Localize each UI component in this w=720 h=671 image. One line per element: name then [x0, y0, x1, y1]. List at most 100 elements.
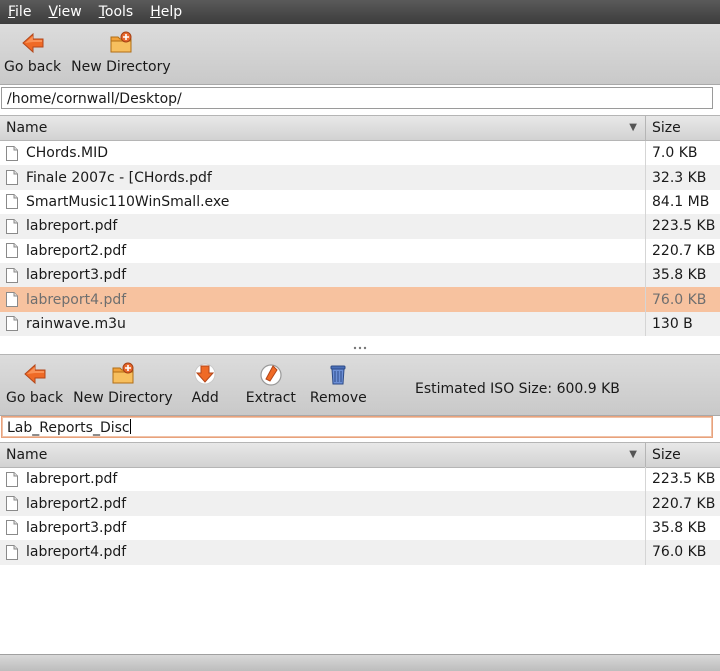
table-row[interactable]: rainwave.m3u 130 B [0, 311, 720, 337]
top-header-name[interactable]: Name ▼ [0, 116, 646, 140]
new-folder-icon [110, 31, 132, 53]
file-name: labreport.pdf [26, 218, 118, 235]
file-name-cell: labreport2.pdf [0, 491, 646, 516]
file-size: 223.5 KB [652, 218, 716, 235]
bottom-new-directory-label: New Directory [73, 390, 173, 406]
file-icon [6, 194, 18, 210]
file-icon [6, 267, 18, 283]
file-icon [6, 496, 18, 512]
file-name-cell: labreport2.pdf [0, 238, 646, 263]
file-icon [6, 145, 18, 161]
bottom-header-size[interactable]: Size [646, 443, 720, 467]
bottom-file-list: labreport.pdf 223.5 KB labreport2.pdf 220.7… [0, 467, 720, 565]
file-icon [6, 243, 18, 259]
file-name: SmartMusic110WinSmall.exe [26, 193, 230, 210]
menu-bar: File View Tools Help [0, 0, 720, 24]
file-size: 35.8 KB [652, 267, 707, 284]
file-size: 223.5 KB [652, 471, 716, 488]
file-name-cell: labreport4.pdf [0, 540, 646, 565]
bottom-toolbar: Go back New Directory Add Extract Remove [0, 354, 720, 416]
file-icon [6, 520, 18, 536]
back-arrow-icon [21, 32, 44, 54]
file-name: rainwave.m3u [26, 315, 126, 332]
top-list-header: Name ▼ Size [0, 115, 720, 141]
top-toolbar: Go back New Directory [0, 24, 720, 85]
file-name: CHords.MID [26, 145, 108, 162]
file-name: labreport2.pdf [26, 495, 127, 512]
file-icon [6, 316, 18, 332]
add-down-arrow-icon [194, 363, 216, 385]
add-label: Add [191, 390, 219, 406]
bottom-new-directory-button[interactable]: New Directory [68, 355, 178, 406]
file-name: labreport4.pdf [26, 291, 127, 308]
remove-label: Remove [309, 390, 367, 406]
file-name-cell: labreport.pdf [0, 467, 646, 492]
file-name-cell: labreport4.pdf [0, 287, 646, 312]
sort-down-icon: ▼ [629, 449, 637, 460]
file-icon [6, 544, 18, 560]
file-size: 84.1 MB [652, 193, 710, 210]
file-size: 76.0 KB [652, 544, 707, 561]
remove-button[interactable]: Remove [301, 355, 372, 406]
file-name: labreport3.pdf [26, 519, 127, 536]
table-row[interactable]: labreport4.pdf 76.0 KB [0, 540, 720, 565]
table-row[interactable]: labreport2.pdf 220.7 KB [0, 491, 720, 516]
file-icon [6, 292, 18, 308]
add-button[interactable]: Add [178, 355, 224, 406]
bottom-go-back-button[interactable]: Go back [0, 355, 68, 406]
table-row[interactable]: labreport.pdf 223.5 KB [0, 467, 720, 492]
new-folder-icon [112, 362, 134, 384]
top-new-directory-button[interactable]: New Directory [66, 24, 176, 75]
file-size: 130 B [652, 315, 693, 332]
file-name: labreport2.pdf [26, 242, 127, 259]
menu-view[interactable]: View [40, 0, 90, 24]
estimated-iso-size: Estimated ISO Size: 600.9 KB [415, 381, 620, 397]
menu-help[interactable]: Help [142, 0, 191, 24]
file-name: labreport3.pdf [26, 267, 127, 284]
table-row[interactable]: labreport.pdf 223.5 KB [0, 214, 720, 239]
table-row[interactable]: labreport3.pdf 35.8 KB [0, 262, 720, 288]
file-name-cell: CHords.MID [0, 141, 646, 166]
top-go-back-button[interactable]: Go back [0, 24, 66, 75]
extract-arrow-icon [260, 364, 282, 386]
back-arrow-icon [23, 363, 46, 385]
disc-name-input[interactable]: Lab_Reports_Disc [1, 416, 713, 438]
menu-file[interactable]: File [0, 0, 40, 24]
path-input[interactable]: /home/cornwall/Desktop/ [1, 87, 713, 109]
menu-tools[interactable]: Tools [91, 0, 143, 24]
top-go-back-label: Go back [4, 59, 62, 75]
table-row[interactable]: CHords.MID 7.0 KB [0, 141, 720, 166]
text-caret [129, 419, 131, 434]
bottom-list-header: Name ▼ Size [0, 442, 720, 468]
file-size: 220.7 KB [652, 242, 716, 259]
file-name-cell: labreport3.pdf [0, 262, 646, 288]
table-row[interactable]: SmartMusic110WinSmall.exe 84.1 MB [0, 189, 720, 215]
extract-label: Extract [245, 390, 296, 406]
table-row[interactable]: labreport4.pdf 76.0 KB [0, 287, 720, 312]
top-header-size[interactable]: Size [646, 116, 720, 140]
file-name: labreport4.pdf [26, 544, 127, 561]
file-name-cell: Finale 2007c - [CHords.pdf [0, 165, 646, 190]
top-file-list: CHords.MID 7.0 KB Finale 2007c - [CHords.p… [0, 141, 720, 337]
file-name-cell: labreport.pdf [0, 214, 646, 239]
pane-resize-grip[interactable] [352, 344, 368, 352]
extract-button[interactable]: Extract [224, 355, 301, 406]
file-size: 76.0 KB [652, 291, 707, 308]
file-size: 32.3 KB [652, 169, 707, 186]
file-size: 7.0 KB [652, 145, 698, 162]
file-name: Finale 2007c - [CHords.pdf [26, 169, 212, 186]
bottom-go-back-label: Go back [6, 390, 64, 406]
file-icon [6, 218, 18, 234]
file-name-cell: labreport3.pdf [0, 515, 646, 541]
file-name-cell: rainwave.m3u [0, 311, 646, 337]
table-row[interactable]: labreport2.pdf 220.7 KB [0, 238, 720, 263]
table-row[interactable]: labreport3.pdf 35.8 KB [0, 515, 720, 541]
bottom-header-name[interactable]: Name ▼ [0, 443, 646, 467]
table-row[interactable]: Finale 2007c - [CHords.pdf 32.3 KB [0, 165, 720, 190]
file-icon [6, 170, 18, 186]
file-icon [6, 471, 18, 487]
top-new-directory-label: New Directory [71, 59, 171, 75]
status-bar [0, 654, 720, 671]
file-size: 35.8 KB [652, 519, 707, 536]
file-size: 220.7 KB [652, 495, 716, 512]
